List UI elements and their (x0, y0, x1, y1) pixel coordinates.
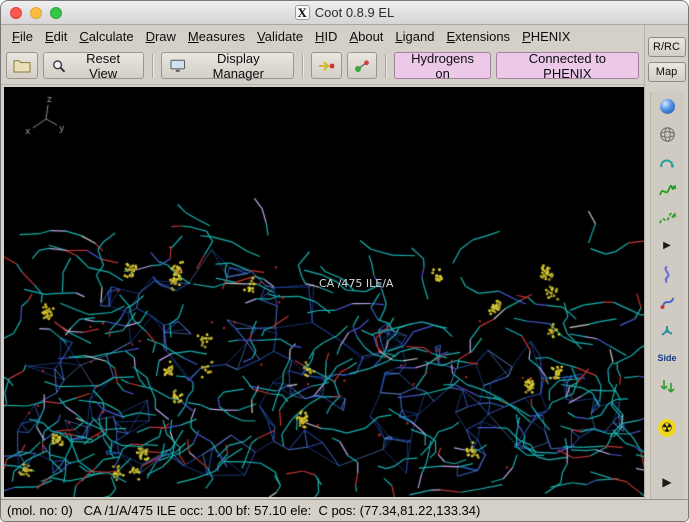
menu-edit[interactable]: Edit (39, 29, 73, 44)
phenix-status-button[interactable]: Connected to PHENIX (495, 51, 639, 81)
go-to-ligand-icon (355, 59, 370, 72)
toolbar-separator (385, 53, 387, 78)
display-manager-button[interactable]: Display Manager (160, 50, 295, 81)
menu-hid[interactable]: HID (309, 29, 343, 44)
menu-phenix[interactable]: PHENIX (516, 29, 576, 44)
magnifier-icon (53, 59, 66, 72)
menu-calculate[interactable]: Calculate (73, 29, 139, 44)
toolbar-separator (151, 53, 153, 78)
rrc-button[interactable]: R/RC (647, 37, 686, 57)
reset-view-label: Reset View (86, 50, 121, 81)
rotamers-button[interactable] (654, 319, 680, 341)
globe-button[interactable] (654, 123, 680, 145)
display-manager-icon (170, 59, 185, 72)
reset-view-button[interactable]: Reset View (43, 50, 144, 81)
close-button[interactable] (10, 6, 22, 19)
menu-measures[interactable]: Measures (182, 29, 251, 44)
flip-peptide-icon (660, 159, 675, 168)
real-space-refine-icon (658, 184, 676, 195)
map-button[interactable]: Map (647, 62, 686, 82)
rotamer-icon (661, 325, 673, 336)
window-title: Coot 0.8.9 EL (314, 5, 395, 20)
scene-area: CA /475 ILE/A (1, 85, 644, 499)
traffic-lights (10, 1, 62, 24)
open-coordinates-button[interactable] (6, 52, 38, 79)
hydrogens-toggle-button[interactable]: Hydrogens on (394, 51, 491, 81)
x11-icon: X (294, 5, 310, 20)
mutate-button[interactable]: ☢ (654, 417, 680, 439)
status-text: (mol. no: 0) CA /1/A/475 ILE occ: 1.00 b… (7, 503, 481, 518)
minimize-button[interactable] (30, 6, 42, 19)
expand-toolbar-button[interactable]: ▶ (654, 235, 680, 257)
refine-icon-strip: ▶ Side ☢ ▶ (649, 92, 684, 499)
toolbar-separator (302, 53, 304, 78)
menu-draw[interactable]: Draw (140, 29, 182, 44)
menu-extensions[interactable]: Extensions (440, 29, 516, 44)
sphere-refine-button[interactable] (654, 95, 680, 117)
status-bar: (mol. no: 0) CA /1/A/475 ILE occ: 1.00 b… (1, 499, 688, 521)
go-to-atom-button[interactable] (311, 52, 343, 79)
coot-window: X Coot 0.8.9 EL File Edit Calculate Draw… (0, 0, 689, 522)
globe-icon (659, 126, 675, 142)
menu-ligand[interactable]: Ligand (389, 29, 440, 44)
menu-bar: File Edit Calculate Draw Measures Valida… (1, 25, 644, 47)
display-manager-label: Display Manager (212, 50, 264, 81)
jiggle-fit-button[interactable] (654, 375, 680, 397)
rot-trans-button[interactable] (654, 263, 680, 285)
jiggle-fit-icon (659, 380, 675, 393)
titlebar: X Coot 0.8.9 EL (1, 1, 688, 25)
regularize-button[interactable] (654, 207, 680, 229)
menu-file[interactable]: File (6, 29, 39, 44)
scene-canvas[interactable] (4, 87, 644, 497)
radiation-icon: ☢ (658, 419, 676, 437)
regularize-icon (658, 212, 676, 223)
flip-peptide-button[interactable] (654, 151, 680, 173)
body-row: File Edit Calculate Draw Measures Valida… (1, 25, 688, 499)
real-space-refine-button[interactable] (654, 179, 680, 201)
go-to-atom-icon (319, 60, 335, 71)
left-column: File Edit Calculate Draw Measures Valida… (1, 25, 644, 499)
side-chain-button[interactable]: Side (654, 347, 680, 369)
menu-validate[interactable]: Validate (251, 29, 309, 44)
more-triangle-icon: ▶ (662, 475, 672, 489)
menu-about[interactable]: About (343, 29, 389, 44)
zoom-button[interactable] (50, 6, 62, 19)
rot-trans-icon (664, 265, 670, 283)
folder-icon (13, 59, 31, 72)
side-chain-icon: Side (657, 353, 677, 363)
auto-fit-rotamer-icon (660, 297, 674, 309)
sphere-refine-icon (659, 98, 675, 114)
auto-fit-rotamer-button[interactable] (654, 291, 680, 313)
toolbar: Reset View Display Manager Hydrogens on … (1, 47, 644, 85)
title-wrap: X Coot 0.8.9 EL (294, 5, 395, 20)
right-tool-column: R/RC Map ▶ Side ☢ ▶ (644, 25, 688, 499)
go-to-ligand-button[interactable] (347, 52, 378, 79)
triangle-right-icon: ▶ (663, 240, 671, 251)
more-tools-button[interactable]: ▶ (654, 471, 680, 493)
